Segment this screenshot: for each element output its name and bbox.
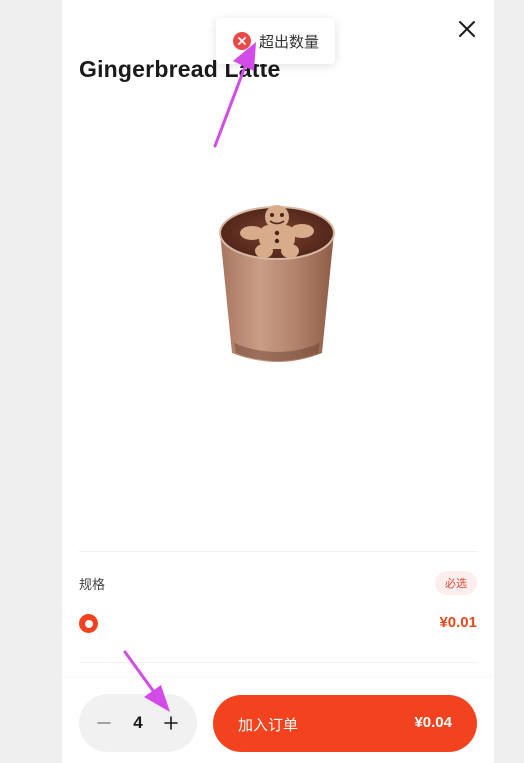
- quantity-stepper: 4: [79, 694, 197, 752]
- bottom-action-bar: 4 加入订单 ¥0.04: [62, 678, 494, 763]
- order-total-price: ¥0.04: [414, 714, 452, 731]
- plus-icon: [164, 716, 178, 730]
- close-button[interactable]: [454, 16, 480, 42]
- divider: [79, 662, 477, 663]
- divider: [79, 551, 477, 552]
- decrease-button[interactable]: [92, 711, 116, 735]
- spec-label: 规格: [79, 578, 106, 593]
- add-to-order-button[interactable]: 加入订单 ¥0.04: [213, 695, 477, 752]
- required-badge: 必选: [435, 571, 477, 595]
- spec-option-price: ¥0.01: [439, 614, 477, 631]
- quantity-value: 4: [133, 713, 143, 732]
- radio-selected-dot: [84, 619, 93, 628]
- error-circle-icon: [233, 32, 251, 50]
- product-detail-panel: Gingerbread Latte 超出数量 规格 必选 ¥0.01 4 加入订…: [62, 0, 494, 763]
- close-icon: [459, 21, 475, 37]
- add-to-order-label: 加入订单: [238, 716, 299, 734]
- spec-option-radio[interactable]: [79, 614, 98, 633]
- minus-icon: [97, 722, 111, 724]
- increase-button[interactable]: [159, 711, 183, 735]
- error-toast: 超出数量: [216, 18, 336, 64]
- toast-message: 超出数量: [259, 32, 320, 51]
- product-image: [219, 205, 335, 362]
